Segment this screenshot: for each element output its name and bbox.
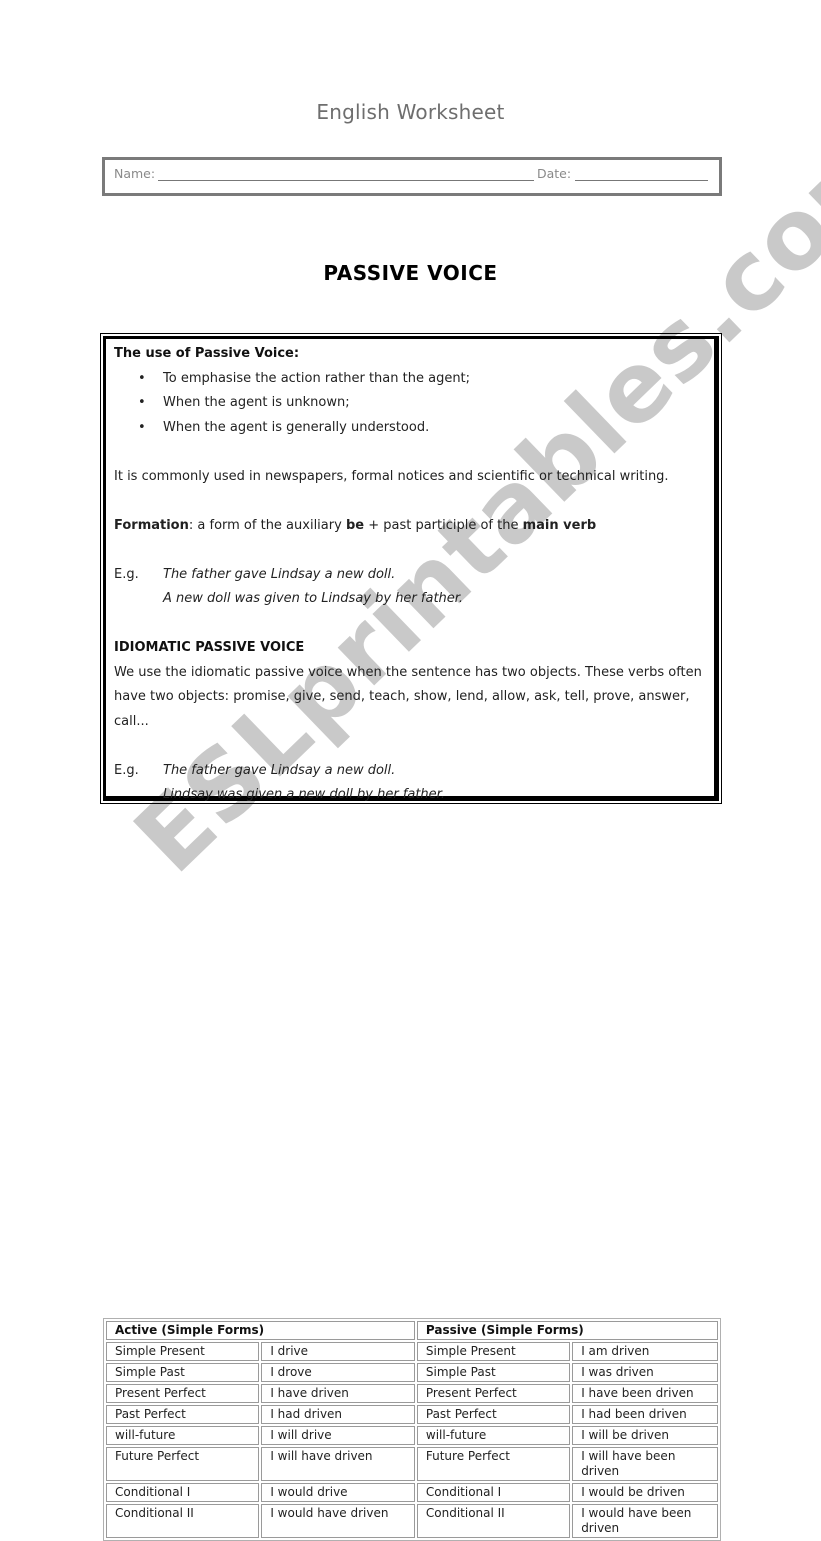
active-tense-cell: Simple Present [106,1342,260,1361]
uses-list: To emphasise the action rather than the … [114,367,713,441]
passive-tense-cell: Present Perfect [416,1384,571,1403]
table-header-row: Active (Simple Forms) Passive (Simple Fo… [106,1321,718,1340]
explanation-content: The use of Passive Voice: To emphasise t… [114,342,713,808]
example-passive-sentence: Lindsay was given a new doll by her fath… [163,787,445,802]
active-tense-cell: will-future [106,1426,260,1445]
use-heading: The use of Passive Voice: [114,346,300,361]
passive-tense-cell: Future Perfect [416,1447,571,1481]
passive-form-cell: I was driven [572,1363,718,1382]
list-item: To emphasise the action rather than the … [114,367,713,392]
active-tense-cell: Conditional II [106,1504,260,1538]
table-row: Future Perfect I will have driven Future… [106,1447,718,1481]
idiomatic-text: We use the idiomatic passive voice when … [114,664,702,729]
active-tense-cell: Past Perfect [106,1405,260,1424]
example-passive-sentence: A new doll was given to Lindsay by her f… [163,591,464,606]
formation-part1: : a form of the auxiliary [188,517,346,533]
passive-form-cell: I would be driven [572,1483,718,1502]
list-item: When the agent is unknown; [114,391,713,416]
date-label: Date: [537,166,572,181]
formation-main-verb: main verb [522,517,597,533]
active-header: Active (Simple Forms) [106,1321,415,1340]
page-title: PASSIVE VOICE [323,261,498,285]
idiomatic-heading: IDIOMATIC PASSIVE VOICE [114,640,305,655]
passive-tense-cell: Simple Present [416,1342,571,1361]
active-form-cell: I have driven [261,1384,415,1403]
formation-part2: + past participle of the [364,517,523,533]
table-row: Simple Present I drive Simple Present I … [106,1342,718,1361]
active-form-cell: I will have driven [261,1447,415,1481]
passive-form-cell: I will have been driven [572,1447,718,1481]
list-item: When the agent is generally understood. [114,416,713,441]
passive-form-cell: I am driven [572,1342,718,1361]
passive-form-cell: I had been driven [572,1405,718,1424]
active-tense-cell: Present Perfect [106,1384,260,1403]
worksheet-header-title: English Worksheet [316,100,505,124]
active-form-cell: I drove [261,1363,415,1382]
table-row: Present Perfect I have driven Present Pe… [106,1384,718,1403]
passive-tense-cell: Conditional I [416,1483,571,1502]
example-active-sentence: The father gave Lindsay a new doll. [163,762,396,778]
explanation-box: The use of Passive Voice: To emphasise t… [100,333,722,804]
table-row: will-future I will drive will-future I w… [106,1426,718,1445]
table-row: Past Perfect I had driven Past Perfect I… [106,1405,718,1424]
name-field-line[interactable] [158,180,534,181]
example-2: E.g. The father gave Lindsay a new doll. [114,759,713,784]
name-date-box: Name: Date: [102,157,722,196]
example-active-sentence: The father gave Lindsay a new doll. [163,566,396,582]
example-label: E.g. [114,566,139,582]
formation-text: Formation: a form of the auxiliary be + … [114,514,713,539]
common-use-text: It is commonly used in newspapers, forma… [114,468,669,484]
active-form-cell: I would drive [261,1483,415,1502]
example-label: E.g. [114,762,139,778]
passive-tense-cell: Simple Past [416,1363,571,1382]
example-1: E.g. The father gave Lindsay a new doll. [114,563,713,588]
passive-header: Passive (Simple Forms) [416,1321,718,1340]
date-field-line[interactable] [575,180,708,181]
table-row: Conditional II I would have driven Condi… [106,1504,718,1538]
passive-tense-cell: Conditional II [416,1504,571,1538]
name-label: Name: [114,166,156,181]
active-form-cell: I will drive [261,1426,415,1445]
active-tense-cell: Conditional I [106,1483,260,1502]
active-tense-cell: Future Perfect [106,1447,260,1481]
passive-form-cell: I will be driven [572,1426,718,1445]
formation-be: be [345,517,365,533]
passive-form-cell: I would have been driven [572,1504,718,1538]
active-form-cell: I had driven [261,1405,415,1424]
active-form-cell: I drive [261,1342,415,1361]
tense-table: Active (Simple Forms) Passive (Simple Fo… [103,1318,721,1541]
passive-tense-cell: Past Perfect [416,1405,571,1424]
table-row: Simple Past I drove Simple Past I was dr… [106,1363,718,1382]
passive-form-cell: I have been driven [572,1384,718,1403]
passive-tense-cell: will-future [416,1426,571,1445]
active-form-cell: I would have driven [261,1504,415,1538]
table-row: Conditional I I would drive Conditional … [106,1483,718,1502]
formation-label: Formation [114,517,189,533]
active-tense-cell: Simple Past [106,1363,260,1382]
